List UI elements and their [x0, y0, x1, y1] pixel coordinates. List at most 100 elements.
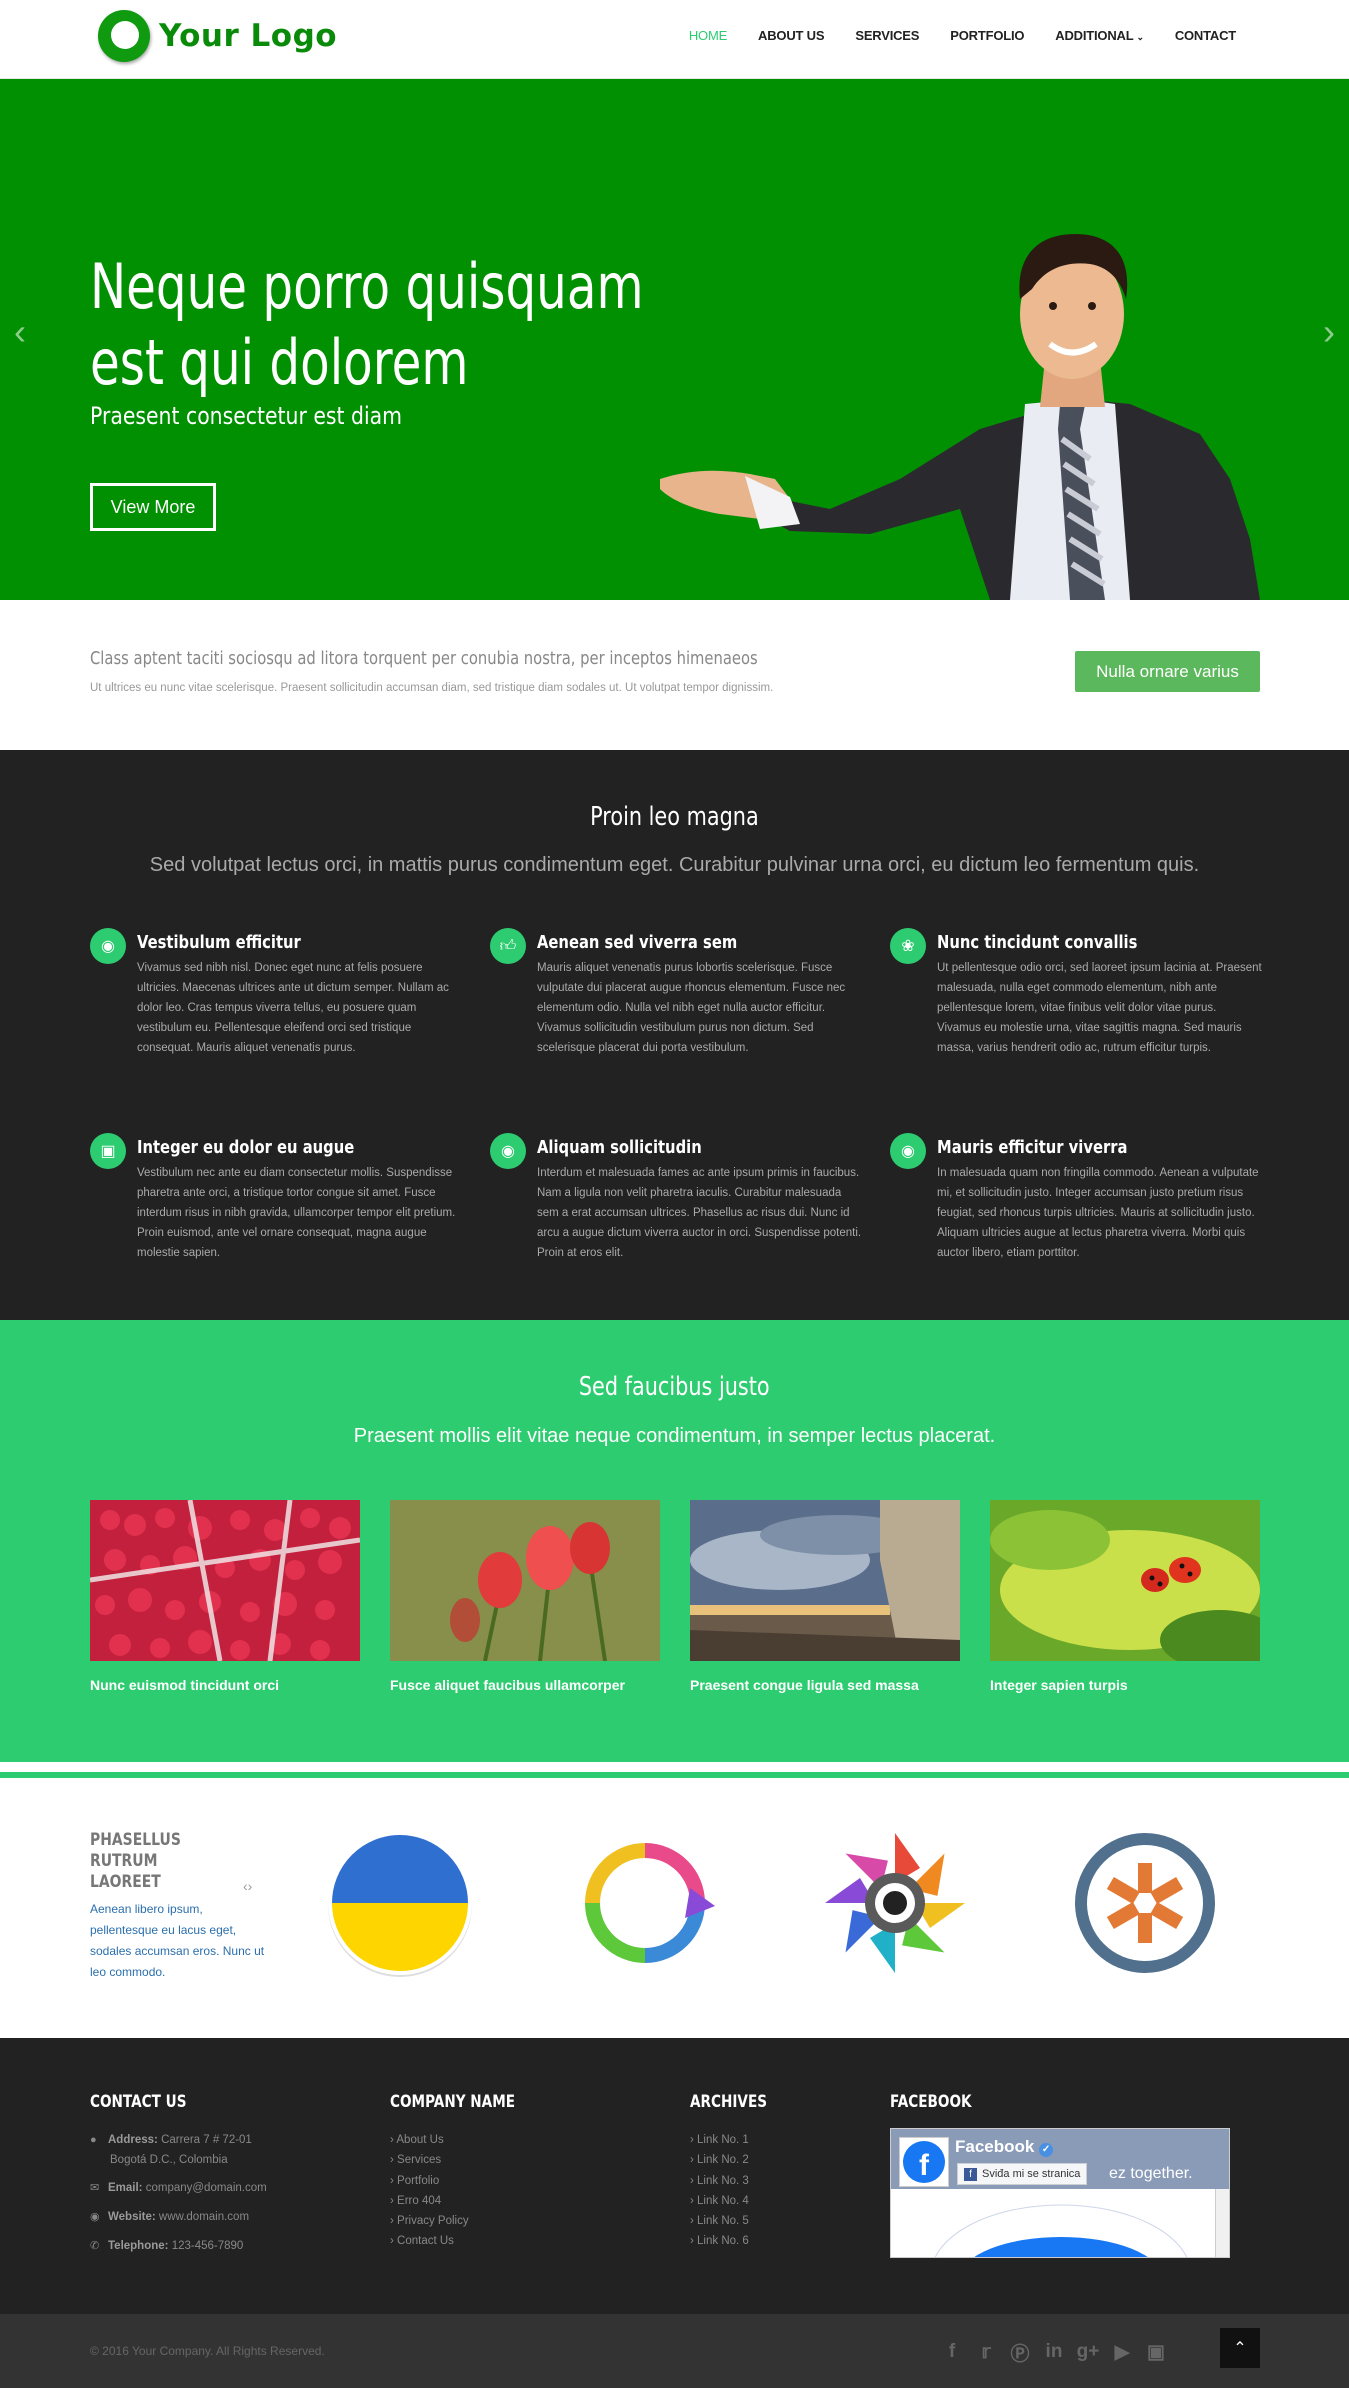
footer-link-label[interactable]: Privacy Policy: [397, 2215, 469, 2227]
footer-archives-heading: ARCHIVES: [690, 2092, 768, 2112]
nav-about-us[interactable]: ABOUT US: [758, 28, 824, 43]
camera-aperture-icon[interactable]: [820, 1828, 970, 1978]
service-text: Ut pellentesque odio orci, sed laoreet i…: [937, 962, 1262, 1054]
service-text: Mauris aliquet venenatis purus lobortis …: [537, 962, 846, 1054]
footer-link-label[interactable]: About Us: [396, 2134, 443, 2146]
google-plus-icon[interactable]: g+: [1071, 2339, 1105, 2365]
callout-title: Class aptent taciti sociosqu ad litora t…: [90, 648, 758, 669]
nav-services[interactable]: SERVICES: [855, 28, 919, 43]
ladybugs-image[interactable]: [990, 1500, 1260, 1661]
nav-portfolio[interactable]: PORTFOLIO: [950, 28, 1024, 43]
partners-title: PHASELLUS RUTRUM LAOREET: [90, 1830, 181, 1892]
phone-icon: ✆: [90, 2240, 100, 2252]
thumbs-up-icon: 👍︎: [490, 928, 526, 964]
email-link[interactable]: company@domain.com: [146, 2182, 267, 2194]
partners-carousel-arrows[interactable]: ‹›: [243, 1878, 252, 1894]
site-header: Your Logo HOME ABOUT US SERVICES PORTFOL…: [0, 0, 1349, 79]
nav-contact[interactable]: CONTACT: [1175, 28, 1236, 43]
hero-title-line1: Neque porro quisquam: [90, 250, 644, 323]
partners-text: Aenean libero ipsum, pellentesque eu lac…: [90, 1902, 265, 1979]
slider-next-icon[interactable]: ›: [1323, 311, 1335, 353]
email-label: Email:: [108, 2182, 143, 2194]
service-title: Integer eu dolor eu augue: [137, 1137, 355, 1158]
partners-section: PHASELLUS RUTRUM LAOREET ‹› Aenean liber…: [0, 1778, 1349, 2038]
facebook-cover-text: ez together.: [1109, 2165, 1193, 2182]
footer-link-services: › Services: [390, 2154, 442, 2167]
nav-additional-label: ADDITIONAL: [1055, 28, 1134, 43]
logo[interactable]: Your Logo: [98, 10, 337, 62]
services-title-text: Proin leo magna: [590, 802, 759, 832]
coast-sunset-image[interactable]: [690, 1500, 960, 1661]
archive-link-label[interactable]: Link No. 6: [697, 2235, 749, 2247]
services-section: Proin leo magna Sed volutpat lectus orci…: [0, 750, 1349, 1320]
portfolio-section: Sed faucibus justo Praesent mollis elit …: [0, 1320, 1349, 1762]
portfolio-title-text: Sed faucibus justo: [579, 1372, 770, 1402]
nav-additional[interactable]: ADDITIONAL ⌄: [1055, 28, 1144, 43]
hero-title-line2: est qui dolorem: [90, 326, 469, 399]
portfolio-caption[interactable]: Praesent congue ligula sed massa: [690, 1677, 960, 1693]
orange-asterisk-logo-icon[interactable]: [1070, 1828, 1220, 1978]
view-more-button[interactable]: View More: [90, 483, 216, 531]
facebook-page-name-text: Facebook: [955, 2137, 1035, 2156]
tulips-image[interactable]: [390, 1500, 660, 1661]
hero-slider: Neque porro quisquam est qui dolorem Pra…: [0, 79, 1349, 600]
portfolio-caption[interactable]: Fusce aliquet faucibus ullamcorper: [390, 1677, 660, 1693]
archive-link-label[interactable]: Link No. 1: [697, 2134, 749, 2146]
archive-link-label[interactable]: Link No. 4: [697, 2195, 749, 2207]
footer-facebook: FACEBOOK f Facebook ✓ f Sviđa mi se stran…: [890, 2092, 1230, 2258]
leaf-icon: ❀: [890, 928, 926, 964]
linkedin-icon[interactable]: in: [1037, 2339, 1071, 2365]
instagram-icon[interactable]: ▣: [1139, 2339, 1173, 2365]
pinterest-icon[interactable]: Ⓟ: [1003, 2339, 1037, 2365]
hero-title: Neque porro quisquam est qui dolorem: [90, 249, 644, 401]
footer-contact: CONTACT US ● Address: Carrera 7 # 72-01 B…: [90, 2092, 267, 2256]
facebook-page-name[interactable]: Facebook ✓: [955, 2137, 1054, 2157]
archive-link-label[interactable]: Link No. 5: [697, 2215, 749, 2227]
footer-link-label[interactable]: Services: [397, 2154, 441, 2166]
facebook-icon[interactable]: f: [935, 2339, 969, 2365]
portfolio-item: Nunc euismod tincidunt orci: [90, 1500, 360, 1693]
raspberries-image[interactable]: [90, 1500, 360, 1661]
ukraine-flag-icon[interactable]: [325, 1828, 475, 1978]
portfolio-caption[interactable]: Integer sapien turpis: [990, 1677, 1260, 1693]
hero-subtitle: Praesent consectetur est diam: [90, 402, 403, 430]
section-divider: [0, 1762, 1349, 1772]
twitter-icon[interactable]: 𝕣: [969, 2339, 1003, 2365]
footer-link-about: › About Us: [390, 2134, 444, 2146]
services-title: Proin leo magna: [0, 802, 1349, 832]
service-title: Mauris efficitur viverra: [937, 1137, 1128, 1158]
portfolio-item: Integer sapien turpis: [990, 1500, 1260, 1693]
footer-link-label[interactable]: Contact Us: [397, 2235, 454, 2247]
portfolio-item: Fusce aliquet faucibus ullamcorper: [390, 1500, 660, 1693]
archive-link-2: › Link No. 2: [690, 2154, 749, 2167]
facebook-like-button[interactable]: f Sviđa mi se stranica: [957, 2163, 1088, 2185]
nav-home[interactable]: HOME: [689, 28, 727, 43]
footer-link-label[interactable]: Erro 404: [397, 2195, 441, 2207]
sync-arrows-icon[interactable]: [570, 1828, 720, 1978]
facebook-widget[interactable]: f Facebook ✓ f Sviđa mi se stranica ez to…: [890, 2128, 1230, 2258]
footer-link-label[interactable]: Portfolio: [397, 2175, 439, 2187]
archive-link-4: › Link No. 4: [690, 2194, 749, 2207]
footer-archives: ARCHIVES › Link No. 1 › Link No. 2 › Lin…: [690, 2092, 786, 2252]
portfolio-caption[interactable]: Nunc euismod tincidunt orci: [90, 1677, 360, 1693]
archive-link-5: › Link No. 5: [690, 2215, 749, 2228]
copyright-text: © 2016 Your Company. All Rights Reserved…: [90, 2344, 325, 2358]
facebook-scrollbar[interactable]: [1215, 2189, 1229, 2257]
archive-link-label[interactable]: Link No. 2: [697, 2154, 749, 2166]
callout-button[interactable]: Nulla ornare varius: [1075, 651, 1260, 692]
website-link[interactable]: www.domain.com: [159, 2211, 249, 2223]
archive-link-6: › Link No. 6: [690, 2235, 749, 2248]
facebook-like-label: Sviđa mi se stranica: [982, 2168, 1081, 2180]
portfolio-subtitle: Praesent mollis elit vitae neque condime…: [353, 1425, 996, 1447]
footer-link-404: › Erro 404: [390, 2194, 442, 2207]
archive-link-label[interactable]: Link No. 3: [697, 2175, 749, 2187]
slider-prev-icon[interactable]: ‹: [14, 311, 26, 353]
main-nav: HOME ABOUT US SERVICES PORTFOLIO ADDITIO…: [658, 28, 1236, 43]
bottom-bar: © 2016 Your Company. All Rights Reserved…: [0, 2314, 1349, 2388]
footer-contact-heading: CONTACT US: [90, 2092, 187, 2112]
phone-label: Telephone:: [108, 2240, 169, 2252]
back-to-top-button[interactable]: ⌃: [1220, 2328, 1260, 2368]
youtube-icon[interactable]: ▶: [1105, 2339, 1139, 2365]
services-subtitle: Sed volutpat lectus orci, in mattis puru…: [149, 854, 1200, 876]
service-text: Vivamus sed nibh nisl. Donec eget nunc a…: [137, 962, 449, 1054]
